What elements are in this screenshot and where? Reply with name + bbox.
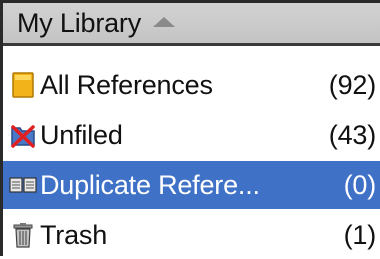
collection-count: (0): [343, 169, 377, 200]
unfiled-folder-icon: [9, 121, 37, 149]
sort-ascending-arrow-icon[interactable]: [153, 17, 176, 27]
collection-count: (1): [343, 219, 377, 250]
collection-list: All References (92) Unfiled (43) Duplica…: [3, 61, 380, 259]
collection-label: Duplicate Refere...: [40, 169, 260, 200]
collection-count: (43): [328, 119, 376, 150]
collection-item-trash[interactable]: Trash (1): [3, 211, 380, 259]
library-panel: My Library All References (92) Unfiled (…: [0, 0, 380, 256]
collection-label: All References: [40, 69, 213, 100]
library-header[interactable]: My Library: [3, 3, 380, 46]
trash-icon: [9, 221, 37, 249]
collection-item-all-references[interactable]: All References (92): [3, 61, 380, 109]
collection-label: Unfiled: [40, 119, 123, 150]
duplicate-references-icon: [9, 171, 37, 199]
folder-yellow-icon: [9, 71, 37, 99]
collection-item-unfiled[interactable]: Unfiled (43): [3, 111, 380, 159]
collection-label: Trash: [40, 219, 108, 250]
collection-count: (92): [328, 69, 376, 100]
collection-item-duplicate-references[interactable]: Duplicate Refere... (0): [3, 161, 380, 209]
library-title: My Library: [17, 7, 142, 38]
